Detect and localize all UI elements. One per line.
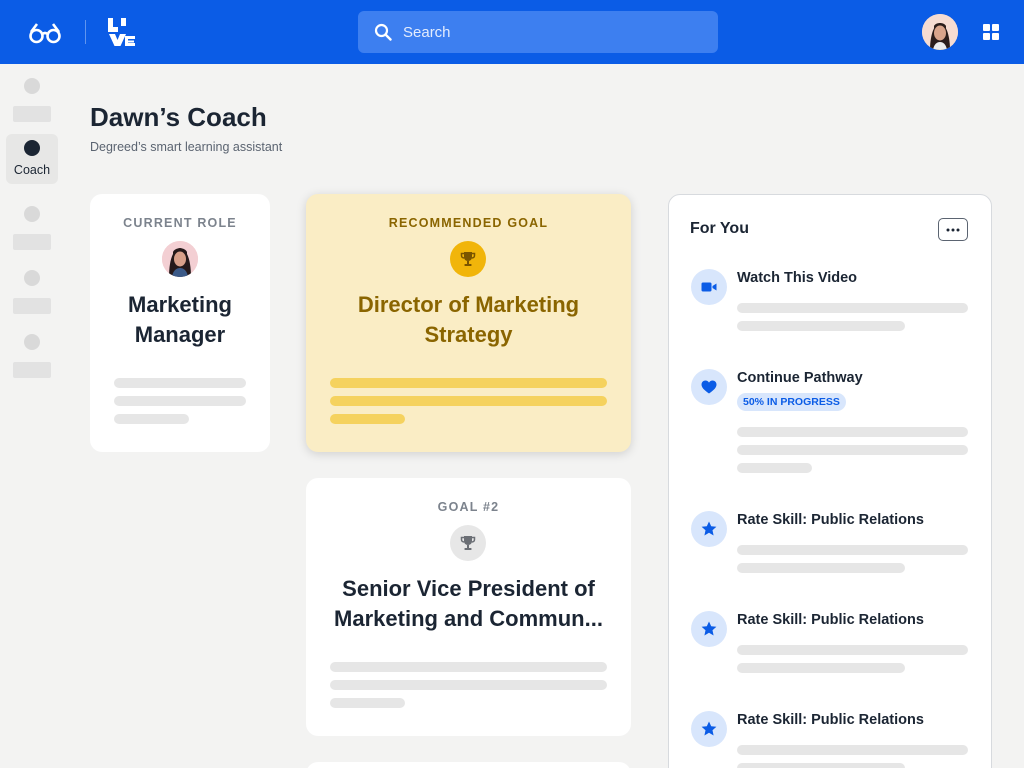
live-logo-icon[interactable] [106,16,138,48]
skeleton-line [114,396,246,406]
trophy-icon [450,241,486,277]
degreed-glasses-logo-icon[interactable] [28,20,62,44]
search-icon [374,23,392,41]
sidebar-item-label: Coach [13,163,51,177]
coach-nav-icon [24,140,40,156]
sidebar-item-1[interactable] [6,72,58,122]
nav-placeholder-label [13,362,51,378]
skeleton-line [114,414,189,424]
skeleton-line [737,645,968,655]
nav-placeholder-icon [24,206,40,222]
skeleton-line [330,698,405,708]
goal-2-eyebrow: GOAL #2 [437,500,500,514]
nav-placeholder-icon [24,270,40,286]
skeleton-line [737,445,968,455]
current-role-eyebrow: CURRENT ROLE [123,216,237,230]
header-divider [85,20,86,44]
trophy-icon [450,525,486,561]
for-you-title: For You [690,220,749,237]
nav-placeholder-icon [24,78,40,94]
star-icon [691,711,727,747]
recommended-goal-title: Director of Marketing Strategy [357,292,580,347]
for-you-item-title[interactable]: Rate Skill: Public Relations [737,512,924,528]
skeleton-line [114,378,246,388]
skeleton-line [737,663,905,673]
skeleton-line [737,745,968,755]
more-options-button[interactable] [938,218,968,241]
nav-placeholder-icon [24,334,40,350]
skeleton-line [330,680,607,690]
sidebar-item-coach[interactable]: Coach [6,134,58,184]
sidebar-item-4[interactable] [6,264,58,314]
ellipsis-icon [946,228,960,231]
skeleton-line [737,427,968,437]
user-avatar[interactable] [922,14,958,50]
skeleton-line [737,545,968,555]
for-you-item-title[interactable]: Rate Skill: Public Relations [737,712,924,728]
skeleton-line [330,396,607,406]
heart-icon [691,369,727,405]
skeleton-line [737,303,968,313]
goal-2-title: Senior Vice President of Marketing and C… [334,576,603,631]
nav-placeholder-label [13,298,51,314]
current-role-card[interactable]: CURRENT ROLE Marketing Manager [90,194,270,452]
page-subtitle: Degreed’s smart learning assistant [90,140,283,154]
skeleton-line [330,662,607,672]
goal-2-card[interactable]: GOAL #2 Senior Vice President of Marketi… [306,478,631,736]
search-bar[interactable] [358,11,718,53]
skeleton-line [330,378,607,388]
nav-placeholder-label [13,234,51,250]
side-navigation: Coach [0,64,64,768]
progress-badge: 50% IN PROGRESS [737,393,846,411]
sidebar-item-3[interactable] [6,200,58,250]
star-icon [691,511,727,547]
nav-placeholder-label [13,106,51,122]
skeleton-line [737,321,905,331]
sidebar-item-5[interactable] [6,328,58,378]
recommended-goal-card[interactable]: RECOMMENDED GOAL Director of Marketing S… [306,194,631,452]
for-you-item-title[interactable]: Watch This Video [737,270,857,286]
page-title: Dawn’s Coach [90,102,267,132]
skeleton-line [737,463,812,473]
recommended-goal-eyebrow: RECOMMENDED GOAL [388,216,549,230]
current-role-avatar [162,241,198,277]
current-role-title: Marketing Manager [128,292,232,347]
goal-3-card[interactable] [306,762,631,768]
apps-grid-icon[interactable] [983,24,999,40]
star-icon [691,611,727,647]
video-icon [691,269,727,305]
top-bar [0,0,1024,64]
skeleton-line [737,563,905,573]
for-you-item-title[interactable]: Continue Pathway [737,370,863,386]
for-you-item-title[interactable]: Rate Skill: Public Relations [737,612,924,628]
skeleton-line [737,763,905,768]
search-input[interactable] [403,23,703,41]
skeleton-line [330,414,405,424]
